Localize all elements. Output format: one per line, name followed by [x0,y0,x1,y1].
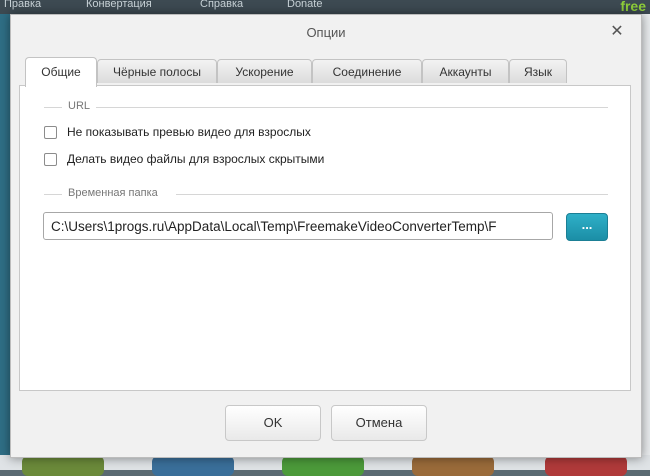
group-divider [96,107,608,108]
background-tile-audio [152,456,234,476]
option-hide-adult-preview[interactable]: Не показывать превью видео для взрослых [44,124,311,140]
url-group-label: URL [68,100,91,112]
hide-adult-preview-label: Не показывать превью видео для взрослых [67,125,311,139]
group-divider [44,107,62,108]
tab-black-bars[interactable]: Чёрные полосы [97,59,217,83]
menu-item-convert[interactable]: Конвертация [86,0,152,10]
tab-acceleration[interactable]: Ускорение [217,59,312,83]
tab-connection[interactable]: Соединение [312,59,422,83]
tab-language[interactable]: Язык [509,59,567,83]
group-divider [44,194,62,195]
app-logo: free [620,0,646,14]
background-tile-photo [412,456,494,476]
browse-button[interactable]: ... [566,213,608,241]
options-dialog: Опции ✕ Общие Чёрные полосы Ускорение Со… [10,14,642,458]
option-hide-adult-files[interactable]: Делать видео файлы для взрослых скрытыми [44,151,324,167]
hide-adult-preview-checkbox[interactable] [44,125,57,139]
hide-adult-files-label: Делать видео файлы для взрослых скрытыми [67,152,325,166]
tab-general[interactable]: Общие [25,57,97,87]
background-tile-video [22,456,104,476]
background-menubar: Правка Конвертация Справка Donate free [0,0,650,14]
group-divider [176,194,608,195]
menu-item-edit[interactable]: Правка [4,0,41,10]
close-icon[interactable]: ✕ [609,24,625,40]
general-panel: URL Не показывать превью видео для взрос… [19,85,631,391]
dialog-title: Опции [306,25,346,40]
ok-button[interactable]: OK [225,405,321,441]
tab-accounts[interactable]: Аккаунты [422,59,509,83]
background-tile-dvd [282,456,364,476]
menu-item-donate[interactable]: Donate [287,0,322,10]
temp-folder-group-label: Временная папка [68,187,158,199]
hide-adult-files-checkbox[interactable] [44,152,57,166]
cancel-button[interactable]: Отмена [331,405,427,441]
menu-item-help[interactable]: Справка [200,0,243,10]
background-tile-paste [545,456,627,476]
temp-folder-path-input[interactable] [43,212,553,240]
